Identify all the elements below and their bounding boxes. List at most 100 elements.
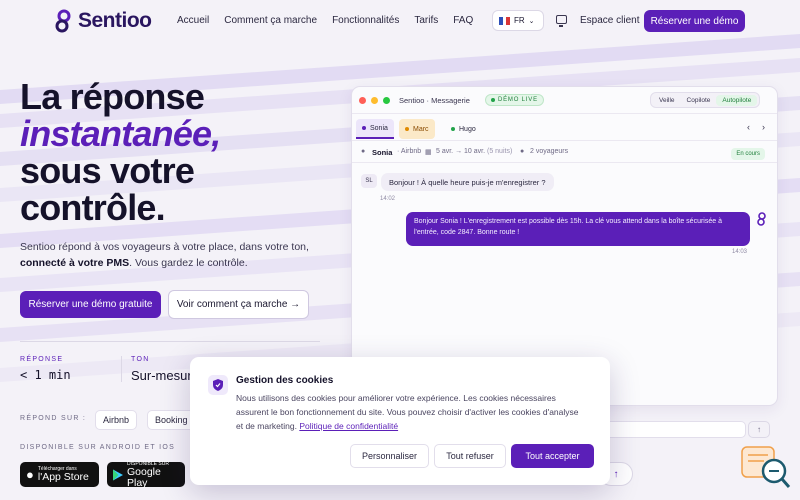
tab-hugo[interactable]: Hugo: [445, 119, 482, 139]
maximize-dot-icon: [383, 97, 390, 104]
google-play-badge[interactable]: DISPONIBLE SUR Google Play: [107, 461, 185, 489]
hero-sub-part2: . Vous gardez le contrôle.: [129, 257, 248, 269]
status-dot-icon: [451, 127, 455, 131]
how-it-works-button[interactable]: Voir comment ça marche →: [168, 290, 309, 319]
divider: [121, 356, 122, 382]
tab-navigation: ‹ ›: [747, 122, 765, 132]
hero-title-line3: sous votre: [20, 150, 195, 191]
book-free-demo-button[interactable]: Réserver une démo gratuite: [20, 291, 161, 318]
status-dot-icon: [405, 127, 409, 131]
play-icon: [113, 469, 123, 480]
hero-sub-bold: connecté à votre PMS: [20, 257, 130, 269]
outgoing-message: Bonjour Sonia ! L'enregistrement est pos…: [406, 212, 750, 246]
brand-name: Sentioo: [78, 9, 152, 32]
message-timestamp: 14:02: [380, 196, 396, 202]
language-code: FR: [514, 16, 525, 25]
app-store-badge[interactable]: ● Télécharger dans l'App Store: [20, 462, 99, 487]
book-demo-button[interactable]: Réserver une démo: [644, 10, 745, 32]
window-title: Sentioo · Messagerie: [399, 96, 470, 105]
cookie-description: Nous utilisons des cookies pour améliore…: [236, 391, 586, 433]
nav-links: Accueil Comment ça marche Fonctionnalité…: [177, 15, 488, 26]
apps-label: DISPONIBLE SUR ANDROID ET IOS: [20, 444, 176, 451]
guest-source: · Airbnb: [397, 148, 422, 155]
mode-selector: Veille Copilote Autopilote: [650, 92, 761, 108]
chevron-left-icon[interactable]: ‹: [747, 122, 750, 132]
refuse-all-button[interactable]: Tout refuser: [434, 444, 506, 468]
accept-all-button[interactable]: Tout accepter: [511, 444, 594, 468]
tab-sonia[interactable]: Sonia: [356, 119, 394, 139]
platform-chip-booking: Booking: [147, 410, 196, 430]
nav-link-comment[interactable]: Comment ça marche: [224, 15, 317, 26]
minimize-dot-icon: [371, 97, 378, 104]
top-nav: Sentioo Accueil Comment ça marche Foncti…: [0, 0, 800, 42]
monitor-icon[interactable]: [556, 15, 567, 27]
tab-label: Sonia: [370, 124, 388, 132]
logo-icon: [55, 9, 71, 33]
hero-sub-part1: Sentioo répond à vos voyageurs à votre p…: [20, 241, 309, 253]
france-flag-icon: [499, 16, 511, 25]
close-dot-icon: [359, 97, 366, 104]
status-dot-icon: [362, 126, 366, 130]
stay-nights: (5 nuits): [487, 148, 513, 155]
stay-dates: 5 avr. → 10 avr.: [436, 148, 486, 155]
message-input[interactable]: [600, 421, 746, 438]
conversation-tabs: Sonia Marc Hugo ‹ ›: [352, 114, 777, 141]
guest-info-bar: ● Sonia · Airbnb ▦ 5 avr. → 10 avr. (5 n…: [352, 141, 777, 163]
chevron-down-icon: ⌄: [528, 17, 535, 25]
apple-icon: ●: [26, 467, 34, 482]
chat-widget-icon[interactable]: [740, 445, 792, 493]
stat-value: < 1 min: [20, 368, 71, 382]
nav-link-faq[interactable]: FAQ: [453, 15, 473, 26]
live-dot-icon: [491, 98, 495, 102]
send-arrow-icon[interactable]: ↑: [748, 421, 770, 438]
hero-subtitle: Sentioo répond à vos voyageurs à votre p…: [20, 239, 320, 271]
nav-link-fonctionnalites[interactable]: Fonctionnalités: [332, 15, 399, 26]
mode-veille[interactable]: Veille: [653, 95, 681, 106]
avatar: SL: [361, 174, 377, 188]
cookie-text: Nous utilisons des cookies pour améliore…: [236, 393, 579, 431]
stat-response: RÉPONSE < 1 min: [20, 356, 71, 382]
brand-logo[interactable]: Sentioo: [54, 9, 152, 33]
user-icon: ●: [361, 148, 366, 155]
espace-client-link[interactable]: Espace client: [580, 15, 639, 26]
mode-copilote[interactable]: Copilote: [681, 95, 717, 106]
tab-label: Hugo: [459, 125, 476, 133]
guest-name: Sonia: [372, 148, 392, 157]
language-selector[interactable]: FR ⌄: [492, 10, 544, 31]
incoming-message: Bonjour ! À quelle heure puis-je m'enreg…: [381, 173, 554, 191]
hero-title-line1: La réponse: [20, 76, 205, 117]
divider: [20, 341, 320, 342]
chevron-right-icon[interactable]: ›: [762, 122, 765, 132]
message-timestamp: 14:03: [732, 249, 748, 255]
app-store-big-text: l'App Store: [37, 471, 89, 483]
shield-icon: [208, 375, 228, 395]
customize-button[interactable]: Personnaliser: [350, 444, 429, 468]
window-titlebar: Sentioo · Messagerie DÉMO LIVE Veille Co…: [352, 87, 777, 114]
calendar-icon: ▦: [425, 149, 432, 156]
guest-name-text: Sonia: [372, 148, 393, 157]
nav-link-accueil[interactable]: Accueil: [177, 15, 209, 26]
tab-marc[interactable]: Marc: [399, 119, 435, 139]
platforms-label: RÉPOND SUR :: [20, 415, 87, 422]
google-play-big-text: Google Play: [127, 465, 161, 489]
stat-tone: TON Sur-mesure: [131, 356, 199, 383]
hero-title: La réponse instantanée, sous votre contr…: [20, 76, 221, 228]
cookie-banner: Gestion des cookies Nous utilisons des c…: [190, 357, 610, 485]
stat-value: Sur-mesure: [131, 368, 199, 383]
stat-label: TON: [131, 356, 150, 363]
cookie-title: Gestion des cookies: [236, 375, 334, 386]
tab-label: Marc: [413, 125, 429, 133]
live-badge: DÉMO LIVE: [485, 94, 544, 106]
mode-autopilote[interactable]: Autopilote: [716, 94, 758, 106]
stat-label: RÉPONSE: [20, 356, 64, 363]
nav-link-tarifs[interactable]: Tarifs: [414, 15, 438, 26]
platform-chip-airbnb: Airbnb: [95, 410, 138, 430]
privacy-policy-link[interactable]: Politique de confidentialité: [299, 421, 398, 431]
users-icon: ●: [520, 148, 525, 155]
hero-title-accent: instantanée,: [20, 113, 221, 154]
bot-logo-icon: [757, 212, 766, 226]
guest-count: 2 voyageurs: [530, 148, 569, 155]
hero-title-line4: contrôle.: [20, 187, 166, 228]
status-badge: En cours: [731, 148, 765, 160]
live-badge-text: DÉMO LIVE: [498, 97, 538, 103]
